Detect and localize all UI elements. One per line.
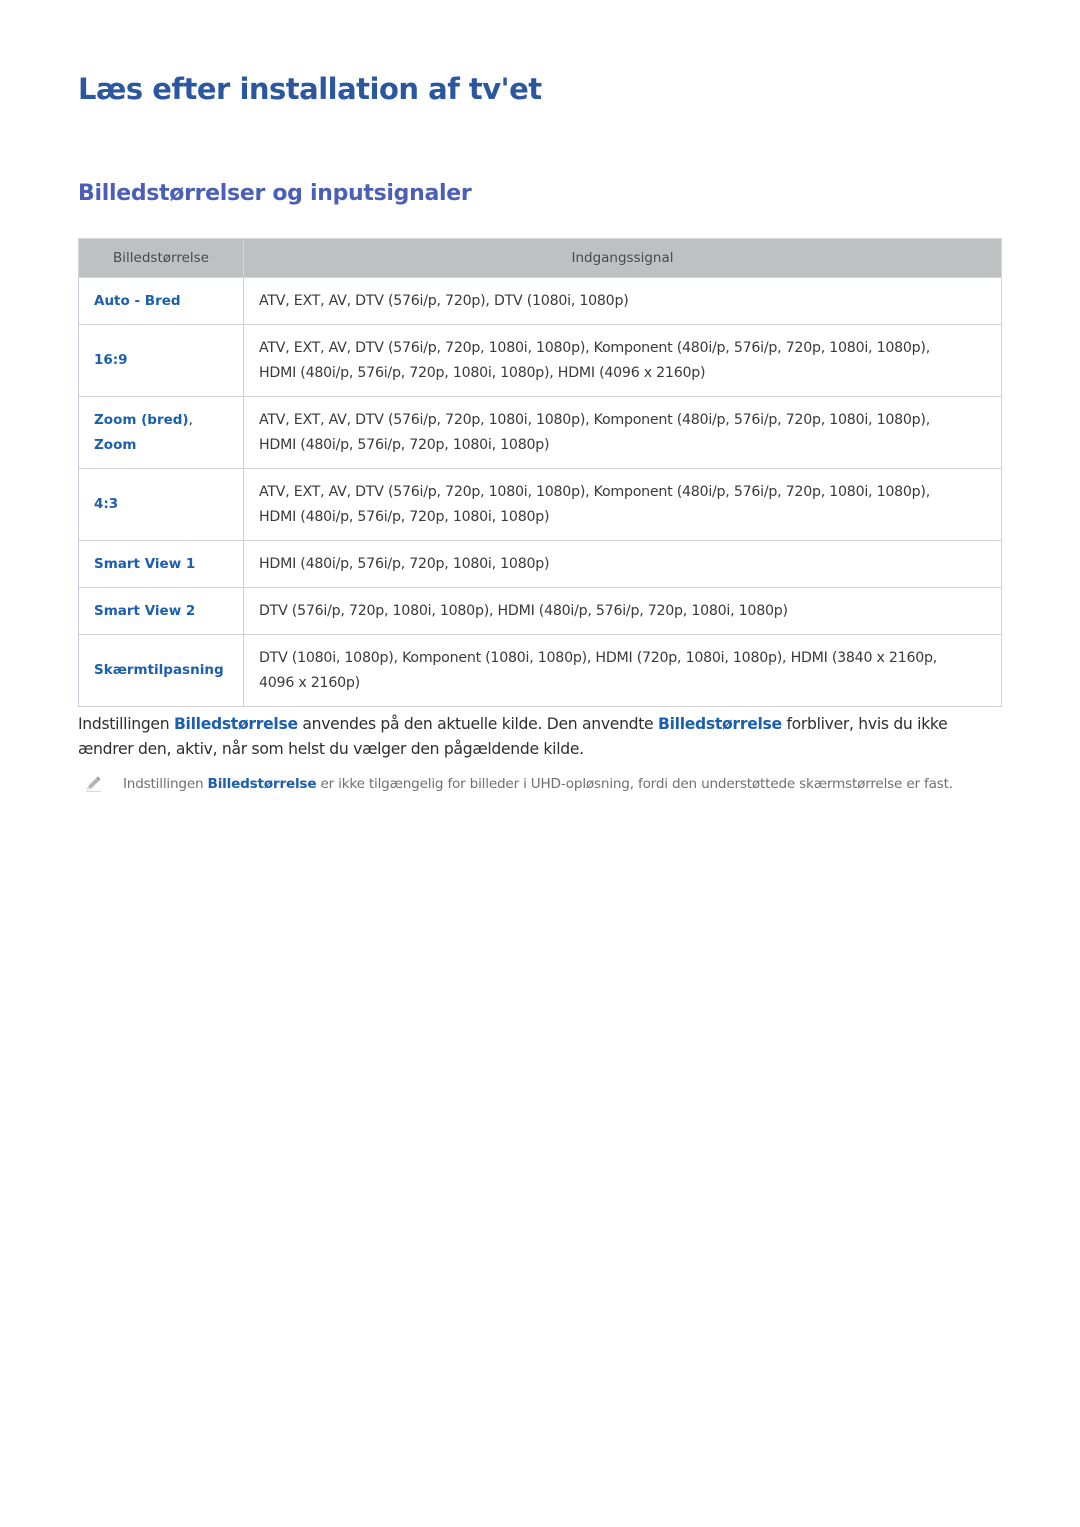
signal-line: ATV, EXT, AV, DTV (576i/p, 720p, 1080i, … — [259, 339, 930, 356]
body-text-part: Indstillingen — [78, 715, 174, 733]
input-signal-cell: DTV (576i/p, 720p, 1080i, 1080p), HDMI (… — [243, 587, 1002, 635]
page-title: Læs efter installation af tv'et — [78, 72, 542, 106]
signal-line: DTV (1080i, 1080p), Komponent (1080i, 10… — [259, 649, 938, 666]
table-row: Auto - Bred ATV, EXT, AV, DTV (576i/p, 7… — [78, 277, 1002, 325]
picture-size-label: Skærmtilpasning — [94, 662, 224, 678]
keyword-picture-size: Billedstørrelse — [173, 715, 298, 733]
separator: , — [188, 411, 193, 428]
table-row: Smart View 1 HDMI (480i/p, 576i/p, 720p,… — [78, 540, 1002, 588]
signal-line: ATV, EXT, AV, DTV (576i/p, 720p), DTV (1… — [259, 292, 629, 309]
picture-size-cell: 4:3 — [78, 468, 244, 541]
note: Indstillingen Billedstørrelse er ikke ti… — [78, 773, 1002, 796]
picture-size-label: Smart View 2 — [94, 602, 196, 619]
body-paragraph: Indstillingen Billedstørrelse anvendes p… — [78, 712, 1002, 762]
header-picture-size: Billedstørrelse — [78, 238, 244, 278]
table-row: Skærmtilpasning DTV (1080i, 1080p), Komp… — [78, 634, 1002, 707]
signal-line: HDMI (480i/p, 576i/p, 720p, 1080i, 1080p… — [259, 555, 550, 572]
signal-line: HDMI (480i/p, 576i/p, 720p, 1080i, 1080p… — [259, 436, 550, 453]
note-text-part: er ikke tilgængelig for billeder i UHD-o… — [316, 776, 953, 792]
table-row: Zoom (bred), Zoom ATV, EXT, AV, DTV (576i… — [78, 396, 1002, 469]
signal-line: HDMI (480i/p, 576i/p, 720p, 1080i, 1080p… — [259, 508, 550, 525]
header-input-signal: Indgangssignal — [243, 238, 1002, 278]
picture-size-label: Smart View 1 — [94, 555, 196, 572]
input-signal-cell: ATV, EXT, AV, DTV (576i/p, 720p, 1080i, … — [243, 468, 1002, 541]
table-row: Smart View 2 DTV (576i/p, 720p, 1080i, 1… — [78, 587, 1002, 635]
input-signal-cell: ATV, EXT, AV, DTV (576i/p, 720p, 1080i, … — [243, 324, 1002, 397]
body-text-part: anvendes på den aktuelle kilde. Den anve… — [297, 715, 659, 733]
pencil-icon — [86, 776, 101, 792]
signal-line: DTV (576i/p, 720p, 1080i, 1080p), HDMI (… — [259, 602, 788, 619]
picture-size-cell: Skærmtilpasning — [78, 634, 244, 707]
input-signal-cell: ATV, EXT, AV, DTV (576i/p, 720p), DTV (1… — [243, 277, 1002, 325]
table-row: 4:3 ATV, EXT, AV, DTV (576i/p, 720p, 108… — [78, 468, 1002, 541]
picture-size-label: 16:9 — [94, 352, 128, 368]
picture-size-cell: Auto - Bred — [78, 277, 244, 325]
note-text: Indstillingen Billedstørrelse er ikke ti… — [123, 773, 1002, 796]
keyword-picture-size: Billedstørrelse — [658, 715, 782, 733]
signal-line: HDMI (480i/p, 576i/p, 720p, 1080i, 1080p… — [259, 364, 706, 381]
input-signal-cell: HDMI (480i/p, 576i/p, 720p, 1080i, 1080p… — [243, 540, 1002, 588]
picture-size-cell: Zoom (bred), Zoom — [78, 396, 244, 469]
note-text-part: Indstillingen — [123, 776, 208, 792]
picture-size-label: Zoom (bred) — [94, 411, 189, 428]
picture-size-cell: 16:9 — [78, 324, 244, 397]
picture-size-label: 4:3 — [94, 496, 119, 512]
keyword-picture-size: Billedstørrelse — [207, 776, 317, 792]
input-signal-cell: DTV (1080i, 1080p), Komponent (1080i, 10… — [243, 634, 1002, 707]
picture-size-label: Auto - Bred — [94, 292, 181, 309]
signal-line: 4096 x 2160p) — [259, 674, 360, 691]
picture-size-cell: Smart View 2 — [78, 587, 244, 635]
signal-line: ATV, EXT, AV, DTV (576i/p, 720p, 1080i, … — [259, 483, 930, 500]
table-row: 16:9 ATV, EXT, AV, DTV (576i/p, 720p, 10… — [78, 324, 1002, 397]
picture-size-signal-table: Billedstørrelse Indgangssignal Auto - Br… — [78, 238, 1002, 707]
picture-size-cell: Smart View 1 — [78, 540, 244, 588]
input-signal-cell: ATV, EXT, AV, DTV (576i/p, 720p, 1080i, … — [243, 396, 1002, 469]
picture-size-label: Zoom — [94, 436, 137, 453]
signal-line: ATV, EXT, AV, DTV (576i/p, 720p, 1080i, … — [259, 411, 930, 428]
section-title: Billedstørrelser og inputsignaler — [78, 181, 472, 206]
table-header-row: Billedstørrelse Indgangssignal — [78, 238, 1002, 278]
